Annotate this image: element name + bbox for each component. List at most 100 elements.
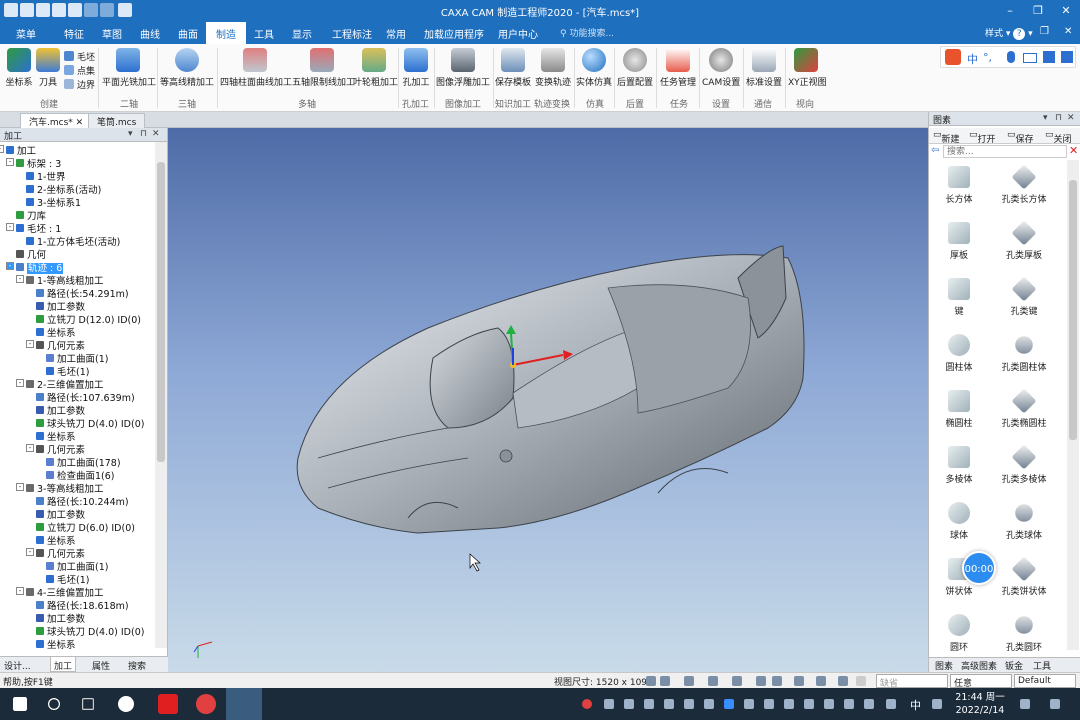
tree-scrollbar[interactable] (155, 142, 167, 648)
tab-penholder-file[interactable]: 笔筒.mcs (88, 113, 146, 128)
tab-search[interactable]: 搜索 (128, 659, 146, 672)
tree-expand-toggle[interactable]: - (26, 340, 34, 348)
tree-node[interactable]: 坐标系 (36, 325, 76, 339)
view-orient-icon[interactable] (708, 676, 718, 686)
primitive-item[interactable]: 孔类键 (985, 276, 1063, 317)
tree-node[interactable]: 坐标系 (36, 533, 76, 547)
tree-node[interactable]: - 几何元素 (26, 338, 85, 352)
tree-expand-toggle[interactable]: - (16, 379, 24, 387)
right-panel-close-icon[interactable]: ✕ (1067, 113, 1075, 123)
tray-app-icon[interactable] (582, 699, 592, 709)
four-axis-cylinder-button[interactable]: 四轴柱面曲线加工 (220, 48, 292, 88)
ime-indicator[interactable]: 中 (910, 697, 921, 713)
hole-machining-button[interactable]: 孔加工 (402, 48, 430, 88)
default-style-select[interactable]: Default (1014, 674, 1076, 688)
standard-settings-button[interactable]: 标准设置 (746, 48, 782, 88)
tool-button[interactable]: 刀具 (36, 48, 60, 88)
tree-node[interactable]: 2-坐标系(活动) (26, 182, 101, 196)
tree-expand-toggle[interactable]: - (16, 275, 24, 283)
tray-app-icon[interactable] (684, 699, 694, 709)
keyboard-icon[interactable] (1023, 53, 1037, 63)
inner-close-button[interactable]: ✕ (1064, 26, 1072, 37)
right-panel-dropdown-icon[interactable]: ▾ (1043, 113, 1048, 123)
menu-load-apps[interactable]: 加载应用程序 (424, 26, 484, 41)
stock-button[interactable]: 毛坯 (64, 50, 95, 63)
xy-view-button[interactable]: XY正视图 (788, 48, 827, 88)
tray-app-icon[interactable] (784, 699, 794, 709)
tray-app-icon[interactable] (704, 699, 714, 709)
panel-close-icon[interactable]: ✕ (152, 129, 160, 139)
task-view-icon[interactable] (82, 698, 94, 710)
render-mode-icon[interactable] (756, 676, 766, 686)
tree-node[interactable]: 坐标系 (36, 637, 76, 651)
menu-feature[interactable]: 特征 (64, 26, 84, 41)
menu-annotation[interactable]: 工程标注 (332, 26, 372, 41)
menu-tools[interactable]: 工具 (254, 26, 274, 41)
tray-app-icon[interactable] (604, 699, 614, 709)
tray-app-icon[interactable] (624, 699, 634, 709)
app-red-icon[interactable] (196, 694, 216, 714)
boundary-button[interactable]: 边界 (64, 78, 95, 91)
panel-dropdown-icon[interactable]: ▾ (128, 129, 133, 139)
primitive-item[interactable]: 孔类多棱体 (985, 444, 1063, 485)
ime-settings-icon[interactable] (932, 699, 942, 709)
menu-common[interactable]: 常用 (386, 26, 406, 41)
light-icon[interactable] (816, 676, 826, 686)
menu-main[interactable]: 菜单 (16, 26, 36, 41)
primitive-item[interactable]: 圆柱体 (931, 334, 987, 373)
tree-expand-toggle[interactable]: - (16, 587, 24, 595)
windows-start-icon[interactable] (13, 697, 27, 711)
filter-combo[interactable]: 缺省 (876, 674, 948, 689)
menu-user-center[interactable]: 用户中心 (498, 26, 538, 41)
primitive-item[interactable]: 圆环 (931, 614, 987, 653)
tree-node[interactable]: 1-立方体毛坯(活动) (26, 234, 120, 248)
image-relief-button[interactable]: 图像浮雕加工 (436, 48, 490, 88)
tree-node[interactable]: 球头铣刀 D(4.0) ID(0) (36, 416, 144, 430)
function-search[interactable]: ⚲ 功能搜索... (560, 26, 614, 39)
save-primitive-button[interactable]: ▭ 保存 (1007, 130, 1034, 145)
tab-design[interactable]: 设计... (4, 659, 31, 672)
style-menu[interactable]: 样式 ▾ ? ▾ (985, 26, 1033, 40)
open-primitive-button[interactable]: ▭ 打开 (969, 130, 996, 145)
tray-app-icon[interactable] (864, 699, 874, 709)
tree-node[interactable]: 毛坯(1) (46, 364, 89, 378)
clear-search-icon[interactable]: ✕ (1069, 144, 1078, 157)
primitive-item[interactable]: 厚板 (931, 222, 987, 261)
tree-node[interactable]: 路径(长:107.639m) (36, 390, 135, 404)
ime-mode[interactable]: 中 (967, 51, 978, 67)
menu-sketch[interactable]: 草图 (102, 26, 122, 41)
tree-expand-toggle[interactable]: - (6, 158, 14, 166)
coordinate-system-button[interactable]: 坐标系 (4, 48, 34, 88)
close-primitive-button[interactable]: ▭ 关闭 (1045, 130, 1072, 145)
clock[interactable]: 21:44 周一 2022/2/14 (950, 691, 1010, 717)
select-arrow-icon[interactable] (856, 676, 866, 686)
tree-node[interactable]: 加工曲面(178) (46, 455, 121, 469)
tree-node[interactable]: -4-三维偏置加工 (16, 585, 103, 599)
menu-manufacturing[interactable]: 制造 (206, 22, 246, 44)
primitive-item[interactable]: 孔类长方体 (985, 164, 1063, 205)
tree-node[interactable]: 3-坐标系1 (26, 195, 81, 209)
primitives-scroll-thumb[interactable] (1069, 180, 1077, 440)
tray-app-icon[interactable] (764, 699, 774, 709)
close-button[interactable]: ✕ (1052, 2, 1080, 20)
tab-machining[interactable]: 加工 (50, 657, 77, 672)
tree-node[interactable]: 加工曲面(1) (46, 351, 108, 365)
close-tab-icon[interactable]: ✕ (76, 118, 84, 128)
zoom-window-icon[interactable] (660, 676, 670, 686)
tree-node[interactable]: 加工参数 (36, 403, 85, 417)
tree-node[interactable]: 路径(长:18.618m) (36, 598, 129, 612)
camera-icon[interactable] (838, 676, 848, 686)
tray-app-icon[interactable] (644, 699, 654, 709)
right-panel-pin-icon[interactable]: ⊓ (1055, 113, 1062, 123)
tree-node[interactable]: 刀库 (16, 208, 46, 222)
primitive-item[interactable]: 孔类饼状体 (985, 556, 1063, 597)
tray-app-icon[interactable] (664, 699, 674, 709)
display-style-icon[interactable] (794, 676, 804, 686)
tree-node[interactable]: - 几何元素 (26, 442, 85, 456)
maximize-button[interactable]: ❐ (1024, 2, 1052, 20)
shading-icon[interactable] (772, 676, 782, 686)
tree-node[interactable]: -2-三维偏置加工 (16, 377, 103, 391)
show-desktop-icon[interactable] (1050, 699, 1060, 709)
tray-app-icon[interactable] (824, 699, 834, 709)
3d-viewport[interactable] (168, 128, 928, 672)
